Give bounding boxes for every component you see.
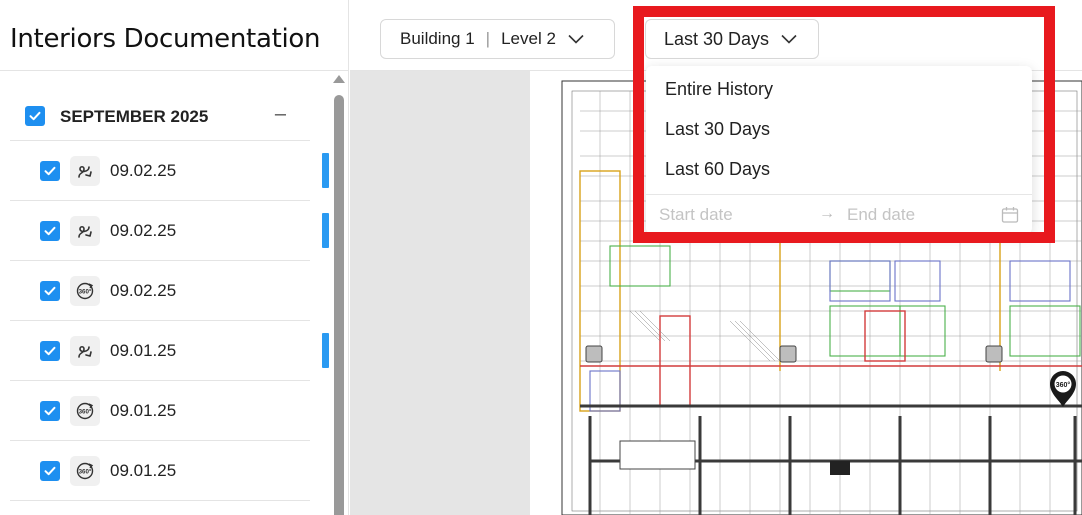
path-icon [70, 336, 100, 366]
level-label: Level 2 [501, 29, 556, 48]
capture-row[interactable]: 360° 09.02.25 [10, 261, 310, 321]
toolbar: Building 1 | Level 2 Last 30 Days [350, 0, 1082, 71]
check-icon [44, 346, 56, 356]
check-icon [44, 466, 56, 476]
capture-list: SEPTEMBER 2025 – 09.02.25 09.02.25 360° 09.… [0, 71, 349, 515]
location-separator: | [485, 29, 491, 48]
check-icon [44, 286, 56, 296]
scroll-up-arrow-icon[interactable] [333, 75, 345, 83]
capture-date: 09.01.25 [110, 461, 177, 480]
capture-checkbox[interactable] [40, 341, 60, 361]
date-filter-dropdown: Entire History Last 30 Days Last 60 Days… [646, 66, 1032, 234]
chevron-down-icon [568, 34, 584, 44]
sidebar-header: Interiors Documentation [0, 0, 349, 71]
svg-text:360°: 360° [1056, 381, 1071, 389]
path-icon [70, 216, 100, 246]
capture-marker [322, 333, 329, 368]
date-filter-label: Last 30 Days [664, 28, 770, 49]
capture-row[interactable]: 09.02.25 [10, 201, 310, 261]
capture-marker [322, 213, 329, 248]
option-last-30-days[interactable]: Last 30 Days [665, 119, 770, 140]
option-entire-history[interactable]: Entire History [665, 79, 773, 100]
app-title: Interiors Documentation [10, 24, 321, 54]
capture-row[interactable]: 09.01.25 [10, 321, 310, 381]
calendar-icon[interactable] [1001, 206, 1019, 224]
custom-date-range: → [646, 195, 1032, 234]
group-label: SEPTEMBER 2025 [60, 107, 209, 126]
check-icon [29, 111, 41, 121]
scrollbar-thumb[interactable] [334, 95, 344, 515]
capture-checkbox[interactable] [40, 401, 60, 421]
end-date-input[interactable] [847, 205, 987, 225]
month-group-row[interactable]: SEPTEMBER 2025 – [10, 93, 310, 141]
collapse-button[interactable]: – [275, 103, 286, 126]
360-icon: 360° [70, 276, 100, 306]
scrollbar[interactable] [333, 75, 345, 515]
check-icon [44, 406, 56, 416]
capture-row[interactable]: 09.02.25 [10, 141, 310, 201]
capture-date: 09.02.25 [110, 221, 177, 240]
360-location-pin-icon[interactable]: 360° [1048, 370, 1078, 408]
group-checkbox[interactable] [25, 106, 45, 126]
date-filter-select[interactable]: Last 30 Days [645, 19, 819, 59]
capture-checkbox[interactable] [40, 461, 60, 481]
path-icon [70, 156, 100, 186]
chevron-down-icon [781, 34, 797, 44]
check-icon [44, 166, 56, 176]
check-icon [44, 226, 56, 236]
capture-checkbox[interactable] [40, 281, 60, 301]
building-label: Building 1 [400, 29, 475, 48]
capture-date: 09.01.25 [110, 401, 177, 420]
capture-date: 09.02.25 [110, 281, 177, 300]
capture-date: 09.01.25 [110, 341, 177, 360]
svg-text:360°: 360° [79, 289, 92, 296]
360-icon: 360° [70, 396, 100, 426]
canvas-margin [350, 71, 530, 515]
svg-text:360°: 360° [79, 409, 92, 416]
option-last-60-days[interactable]: Last 60 Days [665, 159, 770, 180]
start-date-input[interactable] [659, 205, 809, 225]
location-selector[interactable]: Building 1 | Level 2 [380, 19, 615, 59]
svg-text:360°: 360° [79, 469, 92, 476]
capture-row[interactable]: 360° 09.01.25 [10, 381, 310, 441]
capture-date: 09.02.25 [110, 161, 177, 180]
capture-marker [322, 153, 329, 188]
capture-row[interactable]: 360° 09.01.25 [10, 441, 310, 501]
360-icon: 360° [70, 456, 100, 486]
capture-checkbox[interactable] [40, 161, 60, 181]
capture-checkbox[interactable] [40, 221, 60, 241]
range-arrow-icon: → [819, 205, 835, 222]
